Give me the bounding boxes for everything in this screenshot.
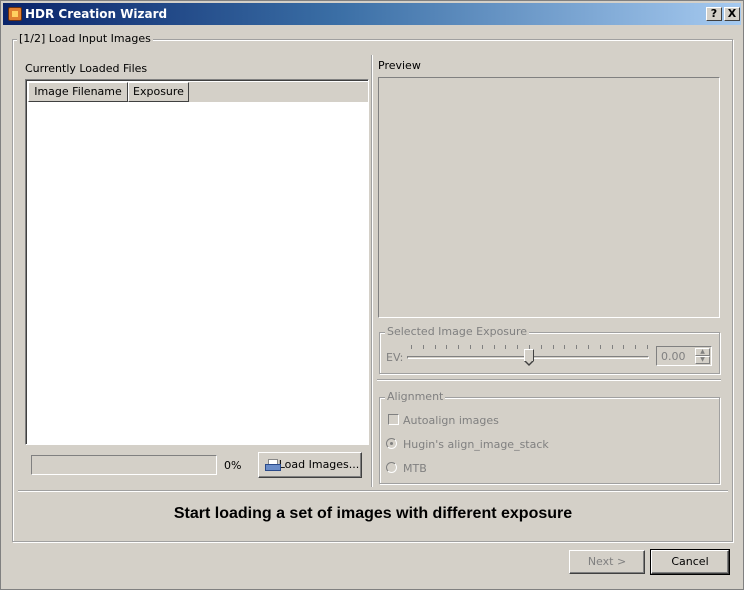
mtb-label: MTB [403, 462, 427, 475]
slider-tick [470, 345, 471, 349]
next-button[interactable]: Next > [569, 550, 645, 574]
slider-tick [600, 345, 601, 349]
status-message: Start loading a set of images with diffe… [173, 505, 573, 522]
files-list[interactable]: Image Filename Exposure [25, 79, 369, 445]
column-header-image-filename[interactable]: Image Filename [28, 82, 128, 102]
load-progress-bar [31, 455, 217, 475]
step-title: [1/2] Load Input Images [17, 32, 153, 45]
ev-slider-thumb[interactable] [524, 349, 534, 367]
ev-spinbox[interactable]: 0.00 ▲ ▼ [656, 346, 712, 366]
files-list-header: Image Filename Exposure [28, 82, 368, 102]
slider-tick [623, 345, 624, 349]
load-images-button[interactable]: Load Images... [258, 452, 362, 478]
column-header-exposure[interactable]: Exposure [128, 82, 189, 102]
load-progress-text: 0% [224, 459, 242, 472]
slider-tick [541, 345, 542, 349]
load-images-label: Load Images... [278, 458, 360, 471]
radio-selected-dot [390, 442, 393, 445]
slider-tick [494, 345, 495, 349]
slider-tick [588, 345, 589, 349]
pane-separator [371, 55, 373, 487]
title-bar[interactable]: HDR Creation Wizard ? X [3, 3, 741, 25]
autoalign-checkbox[interactable] [388, 414, 399, 425]
help-button[interactable]: ? [706, 7, 722, 21]
cancel-button[interactable]: Cancel [650, 549, 730, 575]
window-title: HDR Creation Wizard [25, 7, 168, 21]
slider-tick [458, 345, 459, 349]
preview-area [378, 77, 720, 318]
close-button[interactable]: X [724, 7, 740, 21]
radio-align-image-stack[interactable] [386, 438, 397, 449]
slider-tick [564, 345, 565, 349]
right-pane-divider [377, 379, 721, 381]
align-image-stack-label: Hugin's align_image_stack [403, 438, 549, 451]
spin-up-icon[interactable]: ▲ [695, 348, 710, 356]
slider-tick [446, 345, 447, 349]
files-label: Currently Loaded Files [25, 62, 148, 75]
preview-label: Preview [378, 59, 421, 72]
files-list-area: Image Filename Exposure [26, 80, 368, 444]
exposure-group-title: Selected Image Exposure [385, 325, 530, 338]
slider-tick [553, 345, 554, 349]
spin-down-icon[interactable]: ▼ [695, 356, 710, 364]
slider-tick [612, 345, 613, 349]
slider-tick [505, 345, 506, 349]
autoalign-label: Autoalign images [403, 414, 499, 427]
slider-tick [423, 345, 424, 349]
load-images-icon [265, 459, 281, 471]
slider-tick [635, 345, 636, 349]
slider-tick [517, 345, 518, 349]
ev-label: EV: [386, 351, 404, 364]
slider-tick [411, 345, 412, 349]
hdr-app-icon [8, 7, 22, 21]
slider-tick [576, 345, 577, 349]
slider-tick [435, 345, 436, 349]
ev-value: 0.00 [661, 350, 686, 363]
slider-tick [482, 345, 483, 349]
hdr-wizard-window: HDR Creation Wizard ? X [1/2] Load Input… [0, 0, 744, 590]
radio-mtb[interactable] [386, 462, 397, 473]
status-divider [18, 490, 728, 492]
alignment-group-title: Alignment [385, 390, 446, 403]
slider-tick [647, 345, 648, 349]
